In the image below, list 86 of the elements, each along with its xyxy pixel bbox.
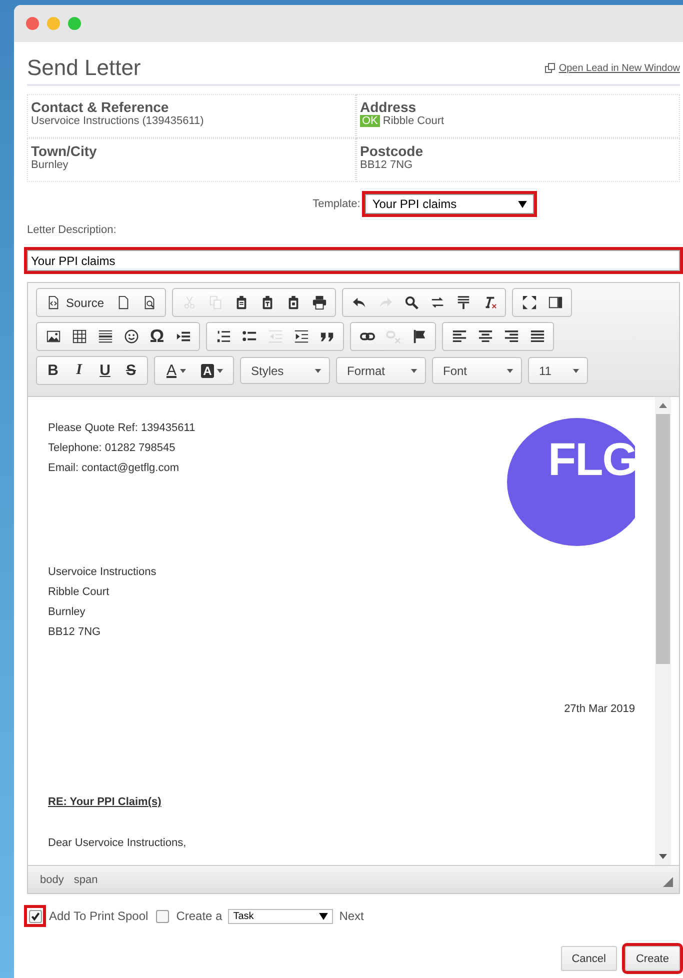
template-label: Template: xyxy=(312,198,360,210)
scrollbar[interactable] xyxy=(655,397,671,865)
caret-icon xyxy=(319,912,328,920)
caret-icon xyxy=(315,368,321,372)
element-path-link[interactable]: span xyxy=(74,874,98,886)
new-window-icon xyxy=(544,63,555,73)
flag-icon xyxy=(412,329,426,344)
toolbar-dropdown[interactable]: Font xyxy=(432,357,522,384)
resize-grip-icon[interactable] xyxy=(663,877,673,887)
caret-icon xyxy=(216,368,223,372)
checkbox-label: Add To Print Spool xyxy=(49,909,148,923)
detail-value: Ribble Court xyxy=(382,115,444,127)
detail-label: Town/City xyxy=(31,143,98,159)
source-icon xyxy=(46,295,61,310)
status-badge: OK xyxy=(360,115,380,127)
address-line: BB12 7NG xyxy=(48,625,102,640)
template-select[interactable]: Your PPI claims xyxy=(365,194,534,214)
maximize-icon xyxy=(522,295,537,310)
open-lead-link[interactable]: Open Lead in New Window xyxy=(558,62,680,74)
salutation: Dear Uservoice Instructions, xyxy=(48,836,188,851)
image-icon xyxy=(46,329,60,344)
caret-icon xyxy=(507,368,513,372)
letter-line: Telephone: 01282 798545 xyxy=(48,441,176,456)
align-center-icon xyxy=(478,329,492,344)
print-icon xyxy=(312,295,327,310)
detail-label: Contact & Reference xyxy=(31,99,170,115)
caret-icon xyxy=(573,368,579,372)
detail-value: BB12 7NG xyxy=(360,159,413,171)
indent-icon xyxy=(294,329,308,344)
table-icon xyxy=(72,329,86,344)
toolbar-button[interactable]: Source xyxy=(40,292,110,314)
scroll-down-icon[interactable] xyxy=(659,854,667,859)
checkbox[interactable] xyxy=(154,908,170,924)
letter-date: 27th Mar 2019 xyxy=(564,702,635,717)
outdent-icon xyxy=(268,329,282,344)
toolbar-button[interactable]: B xyxy=(40,360,66,382)
numbered-list-icon xyxy=(216,329,230,344)
copy-icon xyxy=(208,295,223,310)
task-select[interactable]: Task xyxy=(228,908,334,924)
checkbox[interactable] xyxy=(27,908,43,924)
panel-icon xyxy=(548,295,563,310)
detail-value: Burnley xyxy=(31,159,68,171)
detail-label: Address xyxy=(360,99,418,115)
replace-icon xyxy=(430,295,445,310)
description-field[interactable]: Your PPI claims xyxy=(27,250,680,271)
caret-icon xyxy=(518,200,528,208)
toolbar-dropdown[interactable]: 11 xyxy=(528,357,588,384)
justify-icon xyxy=(530,329,544,344)
toolbar-button[interactable]: Ω xyxy=(144,326,170,348)
description-label: Letter Description: xyxy=(27,224,118,236)
unlink-icon xyxy=(386,329,400,344)
toolbar-dropdown[interactable]: Format xyxy=(336,357,426,384)
next-label: Next xyxy=(339,909,364,923)
letter-subject: RE: Your PPI Claim(s) xyxy=(48,795,162,810)
create-button[interactable]: Create xyxy=(624,946,680,971)
address-line: Ribble Court xyxy=(48,585,110,600)
cut-icon xyxy=(182,295,197,310)
background-color-button[interactable]: A xyxy=(194,360,230,382)
page-break-icon xyxy=(176,329,190,344)
caret-icon xyxy=(411,368,417,372)
cancel-button[interactable]: Cancel xyxy=(560,946,617,971)
toolbar-button[interactable]: I xyxy=(66,360,92,382)
toolbar-dropdown[interactable]: Styles xyxy=(240,357,330,384)
text-color-button[interactable]: A xyxy=(158,360,194,382)
checkmark-icon xyxy=(30,910,40,922)
window-title: Send Letter xyxy=(27,55,141,81)
detail-value: Uservoice Instructions (139435611) xyxy=(31,115,204,127)
caret-icon xyxy=(180,368,186,372)
toolbar-button[interactable]: U xyxy=(92,360,118,382)
search-icon xyxy=(404,295,419,310)
close-button[interactable] xyxy=(26,17,39,30)
toolbar-button[interactable]: S xyxy=(118,360,144,382)
letter-line: Please Quote Ref: 139435611 xyxy=(48,421,196,436)
address-line: Uservoice Instructions xyxy=(48,565,158,580)
align-right-icon xyxy=(504,329,518,344)
detail-label: Postcode xyxy=(360,143,424,159)
horizontal-line-icon xyxy=(98,329,112,344)
smiley-icon xyxy=(124,329,138,344)
align-left-icon xyxy=(452,329,466,344)
scroll-up-icon[interactable] xyxy=(659,403,667,408)
bullet-list-icon xyxy=(242,329,256,344)
paragraph-icon xyxy=(456,295,471,310)
element-path-link[interactable]: body xyxy=(40,874,64,886)
letter-line: Email: contact@getflg.com xyxy=(48,461,180,476)
address-line: Burnley xyxy=(48,605,86,620)
checkbox-label: Create a xyxy=(176,909,222,923)
